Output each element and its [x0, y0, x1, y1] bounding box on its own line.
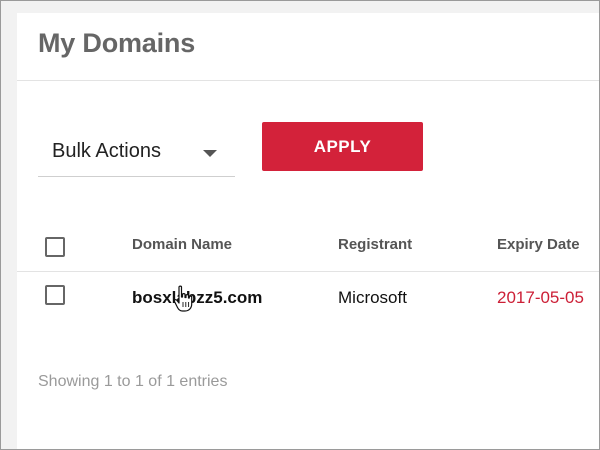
bulk-actions-dropdown[interactable]: Bulk Actions — [38, 129, 235, 177]
page-title: My Domains — [38, 28, 196, 58]
row-checkbox[interactable] — [45, 285, 65, 305]
apply-button[interactable]: APPLY — [262, 122, 423, 171]
table-row: bosxlabzz5.com Microsoft 2017-05-05 — [17, 272, 600, 328]
column-header-registrant[interactable]: Registrant — [338, 236, 412, 253]
table-header: Domain Name Registrant Expiry Date — [17, 227, 600, 272]
chevron-down-icon — [203, 150, 217, 157]
registrant-cell: Microsoft — [338, 288, 407, 307]
table-info: Showing 1 to 1 of 1 entries — [38, 373, 228, 390]
bulk-actions-label: Bulk Actions — [52, 140, 161, 162]
select-all-checkbox[interactable] — [45, 237, 65, 257]
expiry-date-cell: 2017-05-05 — [497, 288, 584, 307]
domain-name-link[interactable]: bosxlabzz5.com — [132, 288, 262, 308]
domains-panel: My Domains Bulk Actions APPLY Domain Nam… — [17, 13, 600, 450]
page-header: My Domains — [17, 13, 600, 81]
column-header-expiry-date[interactable]: Expiry Date — [497, 236, 580, 253]
hand-cursor-icon — [173, 285, 193, 312]
column-header-domain-name[interactable]: Domain Name — [132, 236, 232, 253]
